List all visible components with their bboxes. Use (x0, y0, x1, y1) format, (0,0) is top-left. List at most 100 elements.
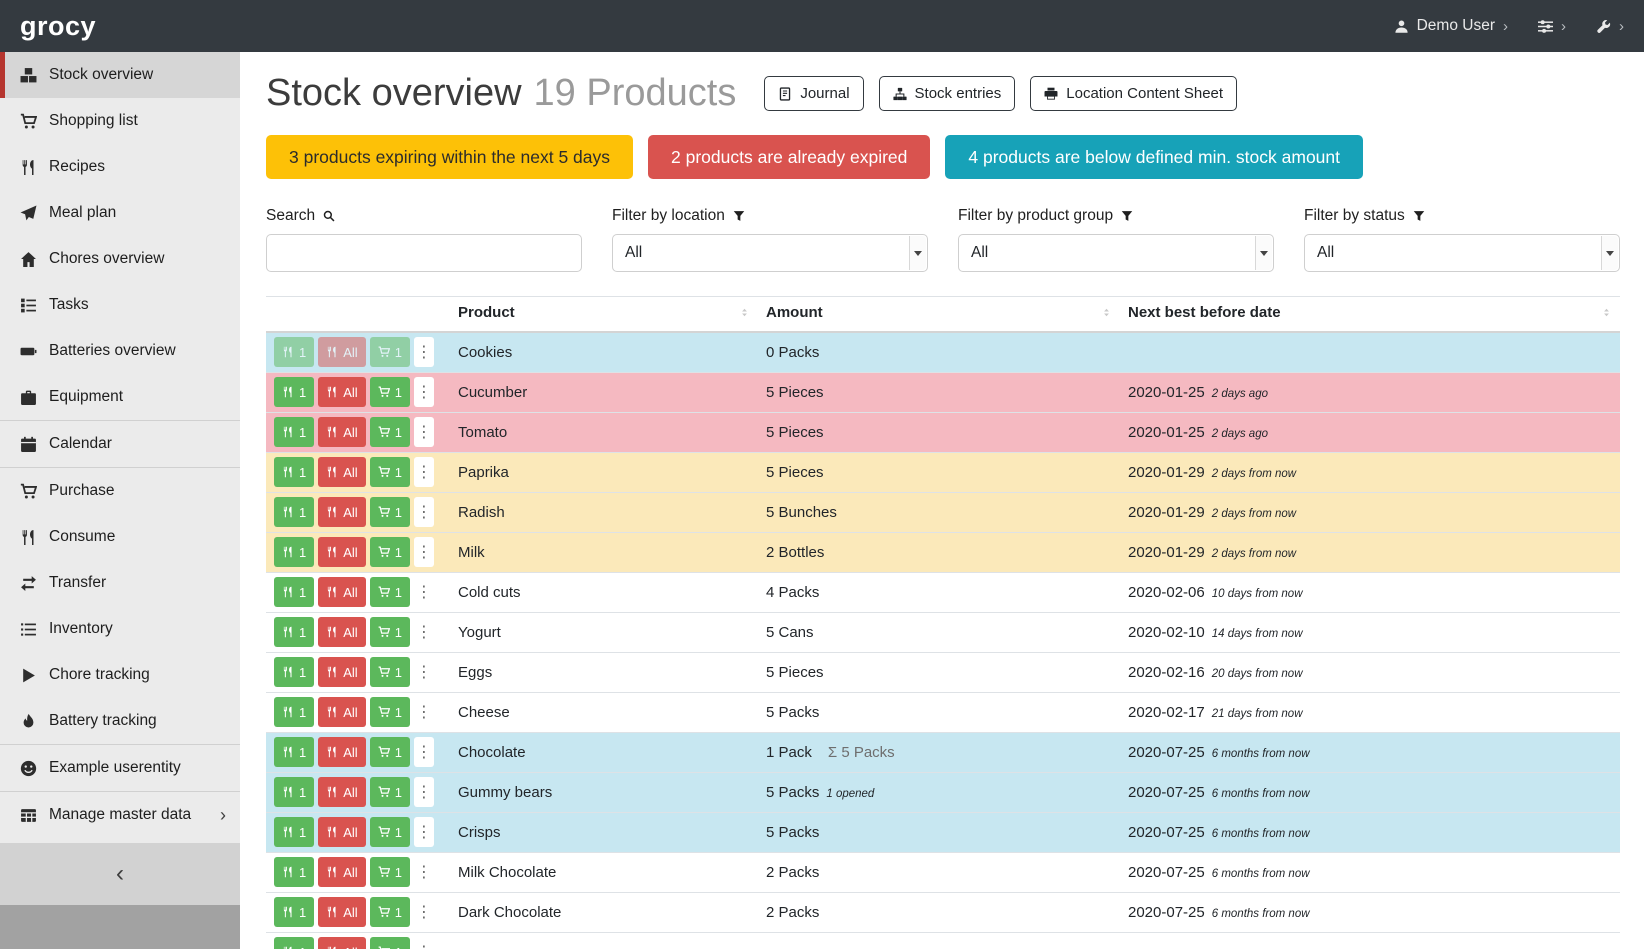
sidebar-item-batteries-overview[interactable]: Batteries overview (0, 328, 240, 374)
consume-all-button[interactable]: All (318, 897, 365, 927)
add-to-shopping-list-button[interactable]: 1 (370, 657, 410, 687)
consume-all-button[interactable]: All (318, 417, 365, 447)
consume-all-button[interactable]: All (318, 817, 365, 847)
row-menu-button[interactable]: ⋮ (414, 857, 434, 887)
user-menu[interactable]: Demo User › (1394, 17, 1508, 35)
consume-one-button[interactable]: 1 (274, 337, 314, 367)
sidebar-item-stock-overview[interactable]: Stock overview (0, 52, 240, 98)
row-menu-button[interactable]: ⋮ (414, 617, 434, 647)
row-menu-button[interactable]: ⋮ (414, 897, 434, 927)
consume-all-button[interactable]: All (318, 617, 365, 647)
stock-entries-button[interactable]: Stock entries (879, 76, 1016, 111)
add-to-shopping-list-button[interactable]: 1 (370, 377, 410, 407)
settings-menu[interactable]: › (1538, 18, 1566, 35)
banner-expiring[interactable]: 3 products expiring within the next 5 da… (266, 135, 633, 179)
row-menu-button[interactable]: ⋮ (414, 337, 434, 367)
row-menu-button[interactable]: ⋮ (414, 657, 434, 687)
add-to-shopping-list-button[interactable]: 1 (370, 577, 410, 607)
consume-one-button[interactable]: 1 (274, 417, 314, 447)
sidebar-item-manage-master-data[interactable]: Manage master data› (0, 792, 240, 838)
column-header-next-best-before-date[interactable]: Next best before date (1120, 297, 1620, 333)
sidebar-item-meal-plan[interactable]: Meal plan (0, 190, 240, 236)
row-menu-button[interactable]: ⋮ (414, 537, 434, 567)
consume-all-button[interactable]: All (318, 857, 365, 887)
consume-all-button[interactable]: All (318, 777, 365, 807)
column-header-product[interactable]: Product (450, 297, 758, 333)
add-to-shopping-list-button[interactable]: 1 (370, 937, 410, 949)
consume-all-button[interactable]: All (318, 737, 365, 767)
consume-one-button[interactable]: 1 (274, 937, 314, 949)
consume-one-button[interactable]: 1 (274, 697, 314, 727)
consume-all-button[interactable]: All (318, 377, 365, 407)
consume-one-button[interactable]: 1 (274, 657, 314, 687)
banner-expired[interactable]: 2 products are already expired (648, 135, 930, 179)
consume-one-button[interactable]: 1 (274, 617, 314, 647)
consume-one-button[interactable]: 1 (274, 777, 314, 807)
sidebar-item-equipment[interactable]: Equipment (0, 374, 240, 420)
consume-one-button[interactable]: 1 (274, 897, 314, 927)
add-to-shopping-list-button[interactable]: 1 (370, 737, 410, 767)
row-menu-button[interactable]: ⋮ (414, 777, 434, 807)
consume-one-button[interactable]: 1 (274, 857, 314, 887)
consume-one-button[interactable]: 1 (274, 537, 314, 567)
row-menu-button[interactable]: ⋮ (414, 697, 434, 727)
row-menu-button[interactable]: ⋮ (414, 497, 434, 527)
utensils-icon (282, 346, 294, 358)
consume-one-button[interactable]: 1 (274, 497, 314, 527)
sidebar-item-inventory[interactable]: Inventory (0, 606, 240, 652)
row-menu-button[interactable]: ⋮ (414, 457, 434, 487)
sidebar-item-consume[interactable]: Consume (0, 514, 240, 560)
sidebar-item-chores-overview[interactable]: Chores overview (0, 236, 240, 282)
consume-one-button[interactable]: 1 (274, 737, 314, 767)
consume-one-button[interactable]: 1 (274, 817, 314, 847)
sidebar-item-tasks[interactable]: Tasks (0, 282, 240, 328)
add-to-shopping-list-button[interactable]: 1 (370, 897, 410, 927)
add-to-shopping-list-button[interactable]: 1 (370, 457, 410, 487)
consume-one-button[interactable]: 1 (274, 457, 314, 487)
consume-all-button[interactable]: All (318, 657, 365, 687)
grocy-logo[interactable]: grocy (20, 11, 96, 42)
sidebar-item-chore-tracking[interactable]: Chore tracking (0, 652, 240, 698)
product-group-select[interactable]: All (958, 234, 1274, 272)
add-to-shopping-list-button[interactable]: 1 (370, 777, 410, 807)
column-header-amount[interactable]: Amount (758, 297, 1120, 333)
consume-all-button[interactable]: All (318, 497, 365, 527)
sidebar-item-shopping-list[interactable]: Shopping list (0, 98, 240, 144)
row-menu-button[interactable]: ⋮ (414, 817, 434, 847)
consume-one-button[interactable]: 1 (274, 377, 314, 407)
status-select[interactable]: All (1304, 234, 1620, 272)
sidebar-collapse-button[interactable]: ‹ (0, 843, 240, 905)
sidebar-item-purchase[interactable]: Purchase (0, 468, 240, 514)
sidebar-item-transfer[interactable]: Transfer (0, 560, 240, 606)
admin-menu[interactable]: › (1596, 18, 1624, 35)
row-menu-button[interactable]: ⋮ (414, 577, 434, 607)
consume-all-button[interactable]: All (318, 457, 365, 487)
add-to-shopping-list-button[interactable]: 1 (370, 497, 410, 527)
banner-below-min-stock[interactable]: 4 products are below defined min. stock … (945, 135, 1363, 179)
location-select[interactable]: All (612, 234, 928, 272)
consume-all-button[interactable]: All (318, 577, 365, 607)
consume-all-button[interactable]: All (318, 337, 365, 367)
add-to-shopping-list-button[interactable]: 1 (370, 857, 410, 887)
row-menu-button[interactable]: ⋮ (414, 737, 434, 767)
location-content-sheet-button[interactable]: Location Content Sheet (1030, 76, 1237, 111)
add-to-shopping-list-button[interactable]: 1 (370, 537, 410, 567)
add-to-shopping-list-button[interactable]: 1 (370, 417, 410, 447)
sidebar-item-recipes[interactable]: Recipes (0, 144, 240, 190)
add-to-shopping-list-button[interactable]: 1 (370, 337, 410, 367)
sidebar-item-calendar[interactable]: Calendar (0, 421, 240, 467)
consume-all-button[interactable]: All (318, 697, 365, 727)
consume-all-button[interactable]: All (318, 537, 365, 567)
add-to-shopping-list-button[interactable]: 1 (370, 697, 410, 727)
add-to-shopping-list-button[interactable]: 1 (370, 817, 410, 847)
sidebar-item-example-userentity[interactable]: Example userentity (0, 745, 240, 791)
search-input[interactable] (266, 234, 582, 272)
consume-all-button[interactable]: All (318, 937, 365, 949)
add-to-shopping-list-button[interactable]: 1 (370, 617, 410, 647)
row-menu-button[interactable]: ⋮ (414, 377, 434, 407)
journal-button[interactable]: Journal (764, 76, 863, 111)
consume-one-button[interactable]: 1 (274, 577, 314, 607)
sidebar-item-battery-tracking[interactable]: Battery tracking (0, 698, 240, 744)
row-menu-button[interactable]: ⋮ (414, 417, 434, 447)
row-menu-button[interactable]: ⋮ (414, 937, 434, 949)
